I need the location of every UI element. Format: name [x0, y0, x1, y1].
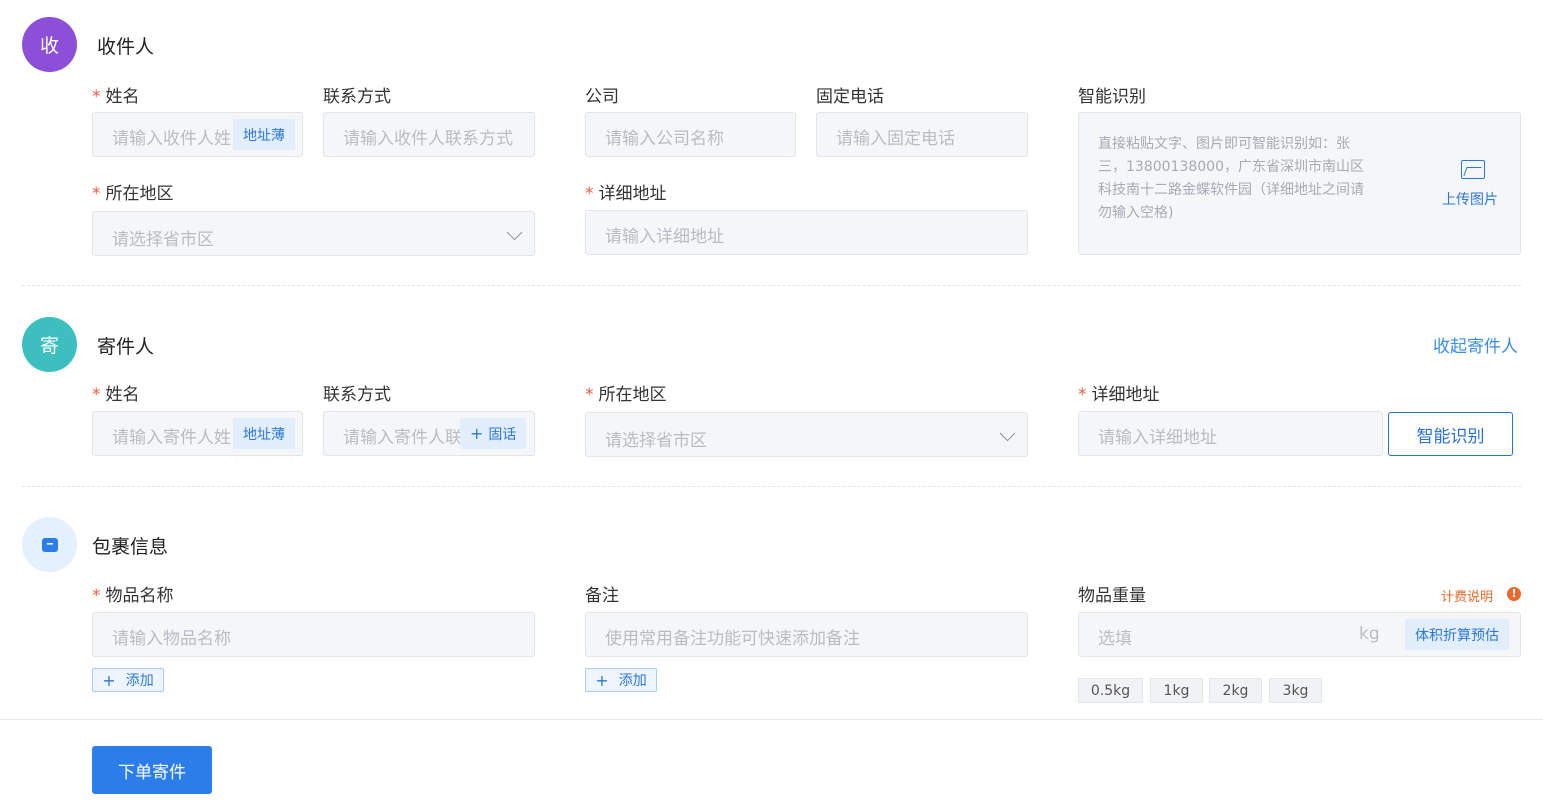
note-label: 备注	[585, 586, 619, 606]
add-item-button[interactable]: + 添加	[92, 668, 164, 692]
add-note-button[interactable]: + 添加	[585, 668, 657, 692]
sender-address-book-button[interactable]: 地址薄	[233, 418, 295, 449]
volume-estimate-button[interactable]: 体积折算预估	[1405, 619, 1509, 650]
weight-chip-0.5kg[interactable]: 0.5kg	[1078, 678, 1143, 703]
sender-name-label: * 姓名	[92, 385, 140, 405]
sender-badge: 寄	[22, 317, 77, 372]
weight-input[interactable]: 选填 kg 体积折算预估	[1078, 612, 1521, 657]
plus-icon: +	[470, 424, 484, 443]
weight-chip-2kg[interactable]: 2kg	[1209, 678, 1262, 703]
recipient-region-label: * 所在地区	[92, 184, 174, 204]
sender-detail-input[interactable]: 请输入详细地址	[1078, 411, 1383, 456]
note-input[interactable]: 使用常用备注功能可快速添加备注	[585, 612, 1028, 657]
landline-button[interactable]: + 固话	[460, 418, 527, 449]
sender-contact-label: 联系方式	[323, 385, 391, 405]
recipient-name-label: * 姓名	[92, 87, 140, 107]
sender-region-select[interactable]: 请选择省市区	[585, 412, 1028, 457]
recipient-phone-input[interactable]: 请输入固定电话	[816, 112, 1028, 157]
weight-chip-3kg[interactable]: 3kg	[1269, 678, 1322, 703]
sender-smart-recognition-button[interactable]: 智能识别	[1388, 412, 1513, 456]
item-name-label: * 物品名称	[92, 586, 174, 606]
weight-unit: kg	[1359, 624, 1380, 644]
pricing-info-link[interactable]: 计费说明	[1441, 586, 1493, 605]
image-icon[interactable]	[1461, 160, 1485, 179]
plus-icon: +	[102, 670, 116, 690]
plus-icon: +	[595, 670, 609, 690]
section-divider	[22, 285, 1521, 286]
sender-detail-label: * 详细地址	[1078, 385, 1160, 405]
submit-order-button[interactable]: 下单寄件	[92, 746, 212, 794]
exclamation-icon: !	[1507, 587, 1521, 601]
smart-recognition-textarea[interactable]: 直接粘贴文字、图片即可智能识别如：张三，13800138000，广东省深圳市南山…	[1078, 112, 1521, 255]
recipient-contact-input[interactable]: 请输入收件人联系方式	[323, 112, 535, 157]
recipient-name-input[interactable]: 请输入收件人姓名 地址薄	[92, 112, 303, 157]
section-divider	[22, 486, 1521, 487]
footer-bar	[0, 719, 1543, 802]
recipient-company-label: 公司	[585, 87, 619, 107]
recipient-region-select[interactable]: 请选择省市区	[92, 211, 535, 256]
chevron-down-icon	[999, 425, 1016, 442]
recipient-detail-input[interactable]: 请输入详细地址	[585, 210, 1028, 255]
sender-region-label: * 所在地区	[585, 385, 667, 405]
upload-image-button[interactable]: 上传图片	[1442, 189, 1498, 209]
sender-section-title: 寄件人	[97, 336, 155, 358]
weight-chip-1kg[interactable]: 1kg	[1150, 678, 1203, 703]
package-section-title: 包裹信息	[92, 536, 169, 558]
chevron-down-icon	[506, 224, 523, 241]
recipient-contact-label: 联系方式	[323, 87, 391, 107]
weight-label: 物品重量	[1078, 586, 1146, 606]
recipient-company-input[interactable]: 请输入公司名称	[585, 112, 796, 157]
sender-contact-input[interactable]: 请输入寄件人联系方式 +固话	[323, 411, 535, 456]
smart-recognition-label: 智能识别	[1078, 87, 1146, 107]
collapse-sender-link[interactable]: 收起寄件人	[1433, 332, 1518, 357]
recipient-address-book-button[interactable]: 地址薄	[233, 119, 295, 150]
sender-name-input[interactable]: 请输入寄件人姓名 地址薄	[92, 411, 303, 456]
package-badge	[22, 517, 77, 572]
recipient-detail-label: * 详细地址	[585, 184, 667, 204]
item-name-input[interactable]: 请输入物品名称	[92, 612, 535, 657]
box-icon	[41, 537, 58, 552]
recipient-phone-label: 固定电话	[816, 87, 884, 107]
recipient-section-title: 收件人	[97, 36, 155, 58]
recipient-badge: 收	[22, 17, 77, 72]
